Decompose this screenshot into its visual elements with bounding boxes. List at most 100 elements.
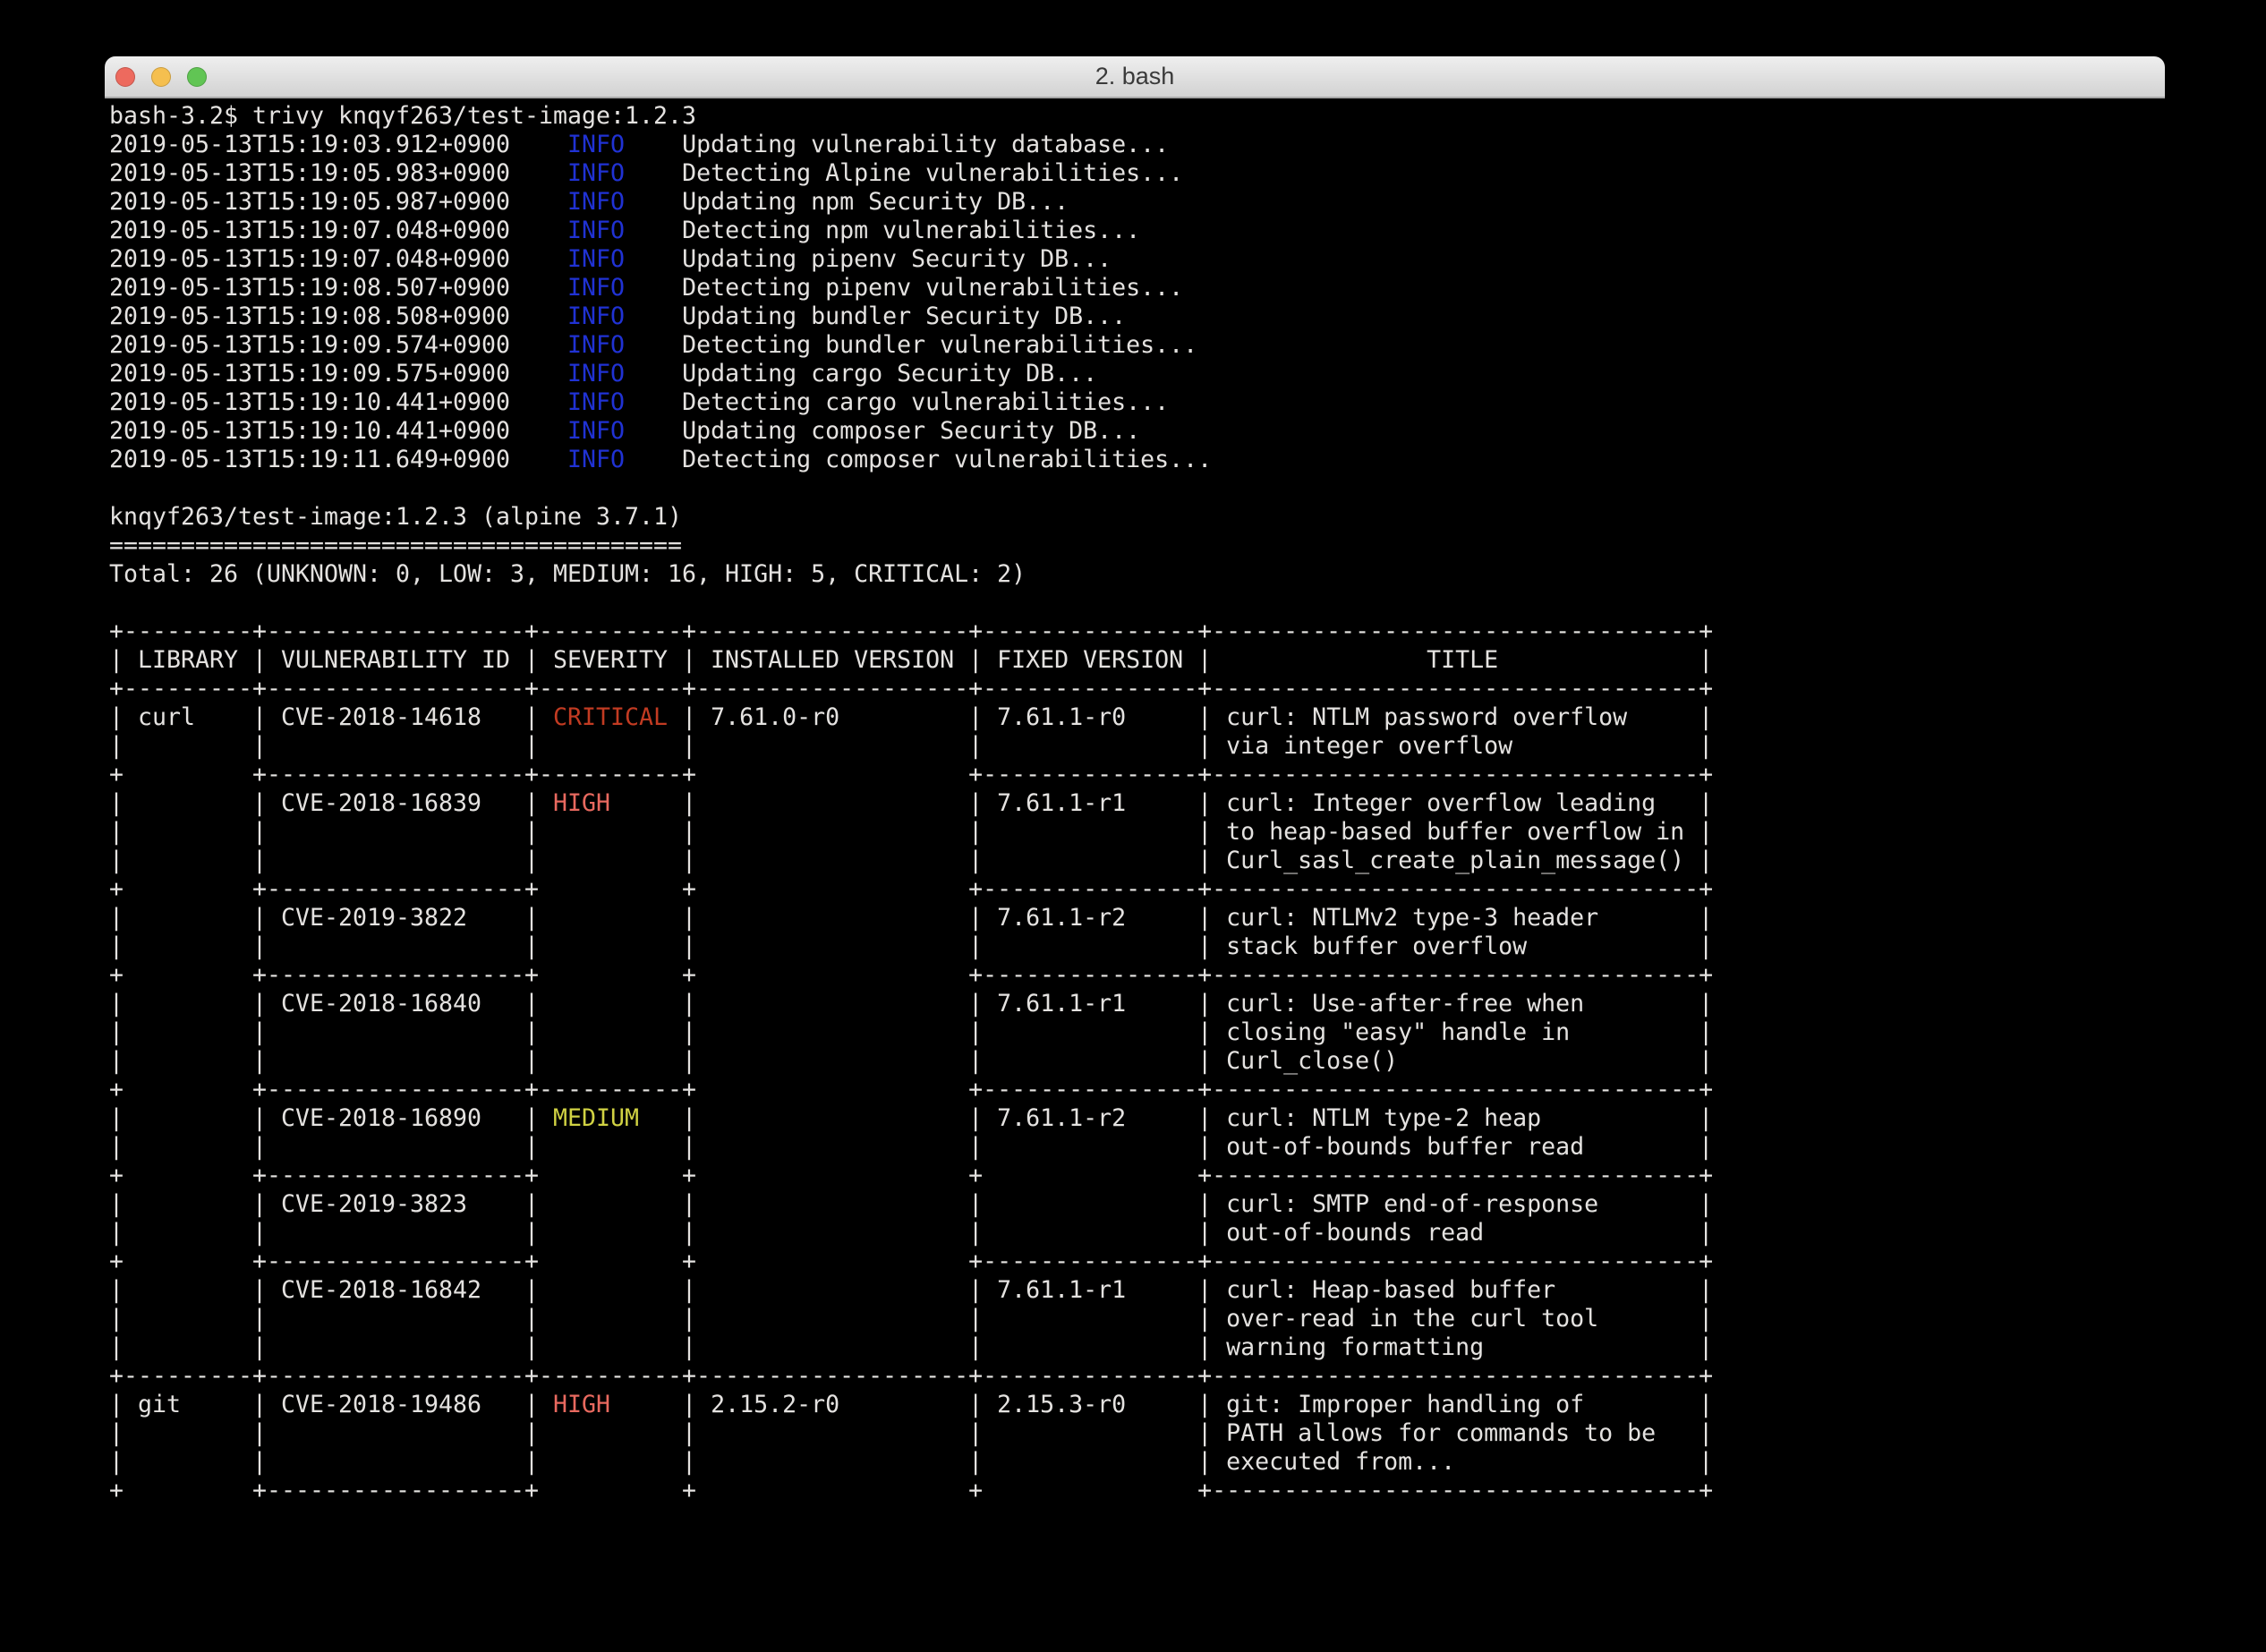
text-run: | | | | | | out-of-bounds read | bbox=[109, 1219, 1713, 1247]
text-run: + +------------------+ + +--------------… bbox=[109, 1248, 1713, 1275]
log-level-info: INFO bbox=[567, 245, 625, 273]
terminal-line: + +------------------+ + +--------------… bbox=[109, 875, 2165, 904]
terminal-line: + +------------------+----------+ +-----… bbox=[109, 1076, 2165, 1104]
terminal-line: + +------------------+ + + +------------… bbox=[109, 1162, 2165, 1190]
terminal-line: +---------+------------------+----------… bbox=[109, 1362, 2165, 1391]
text-run: Updating pipenv Security DB... bbox=[625, 245, 1112, 273]
text-run: Total: 26 (UNKNOWN: 0, LOW: 3, MEDIUM: 1… bbox=[109, 560, 1026, 588]
terminal-line: | | | | | | out-of-bounds read | bbox=[109, 1219, 2165, 1248]
terminal-line: + +------------------+ + +--------------… bbox=[109, 961, 2165, 990]
window-title: 2. bash bbox=[105, 63, 2165, 90]
text-run: | | CVE-2018-16839 | bbox=[109, 789, 553, 817]
terminal-line: | | CVE-2019-3822 | | | 7.61.1-r2 | curl… bbox=[109, 904, 2165, 932]
terminal-output[interactable]: bash-3.2$ trivy knqyf263/test-image:1.2.… bbox=[105, 98, 2165, 1639]
text-run: | LIBRARY | VULNERABILITY ID | SEVERITY … bbox=[109, 646, 1713, 674]
text-run: 2019-05-13T15:19:05.987+0900 bbox=[109, 188, 567, 216]
terminal-line: 2019-05-13T15:19:11.649+0900 INFO Detect… bbox=[109, 446, 2165, 474]
terminal-line: + +------------------+ + +--------------… bbox=[109, 1248, 2165, 1276]
zoom-button[interactable] bbox=[187, 67, 207, 87]
terminal-line: | | CVE-2018-16839 | HIGH | | 7.61.1-r1 … bbox=[109, 789, 2165, 818]
minimize-button[interactable] bbox=[151, 67, 171, 87]
text-run: Updating composer Security DB... bbox=[625, 417, 1140, 445]
text-run: knqyf263/test-image:1.2.3 (alpine 3.7.1) bbox=[109, 503, 682, 531]
traffic-lights bbox=[115, 56, 207, 97]
text-run: | 7.61.0-r0 | 7.61.1-r0 | curl: NTLM pas… bbox=[668, 703, 1713, 731]
terminal-line: 2019-05-13T15:19:09.574+0900 INFO Detect… bbox=[109, 331, 2165, 360]
text-run: ======================================== bbox=[109, 532, 682, 559]
text-run: | | | | | | to heap-based buffer overflo… bbox=[109, 818, 1713, 846]
text-run: 2019-05-13T15:19:09.574+0900 bbox=[109, 331, 567, 359]
terminal-line: | curl | CVE-2018-14618 | CRITICAL | 7.6… bbox=[109, 703, 2165, 732]
text-run: | | | | | | Curl_close() | bbox=[109, 1047, 1713, 1075]
text-run: | | CVE-2018-16890 | bbox=[109, 1104, 553, 1132]
text-run: | | | | | | PATH allows for commands to … bbox=[109, 1419, 1713, 1447]
terminal-line: 2019-05-13T15:19:09.575+0900 INFO Updati… bbox=[109, 360, 2165, 388]
log-level-info: INFO bbox=[567, 188, 625, 216]
text-run: | curl | CVE-2018-14618 | bbox=[109, 703, 553, 731]
text-run: | 2.15.2-r0 | 2.15.3-r0 | git: Improper … bbox=[610, 1391, 1713, 1418]
terminal-line: Total: 26 (UNKNOWN: 0, LOW: 3, MEDIUM: 1… bbox=[109, 560, 2165, 589]
severity-medium: MEDIUM bbox=[553, 1104, 639, 1132]
text-run: 2019-05-13T15:19:08.507+0900 bbox=[109, 274, 567, 302]
desktop: 2. bash bash-3.2$ trivy knqyf263/test-im… bbox=[0, 0, 2266, 1652]
terminal-line: | | CVE-2018-16890 | MEDIUM | | 7.61.1-r… bbox=[109, 1104, 2165, 1133]
text-run: | | | | | | closing "easy" handle in | bbox=[109, 1018, 1713, 1046]
log-level-info: INFO bbox=[567, 302, 625, 330]
text-run: | | | | | | warning formatting | bbox=[109, 1333, 1713, 1361]
text-run: Detecting pipenv vulnerabilities... bbox=[625, 274, 1183, 302]
log-level-info: INFO bbox=[567, 159, 625, 187]
terminal-line: 2019-05-13T15:19:10.441+0900 INFO Detect… bbox=[109, 388, 2165, 417]
text-run: + +------------------+ + + +------------… bbox=[109, 1477, 1713, 1504]
terminal-line: | | | | | | out-of-bounds buffer read | bbox=[109, 1133, 2165, 1162]
log-level-info: INFO bbox=[567, 417, 625, 445]
terminal-line: | | | | | | over-read in the curl tool | bbox=[109, 1305, 2165, 1333]
terminal-line: 2019-05-13T15:19:08.508+0900 INFO Updati… bbox=[109, 302, 2165, 331]
text-run: 2019-05-13T15:19:05.983+0900 bbox=[109, 159, 567, 187]
text-run: + +------------------+ + +--------------… bbox=[109, 961, 1713, 989]
severity-critical: CRITICAL bbox=[553, 703, 668, 731]
terminal-line: | | | | | | via integer overflow | bbox=[109, 732, 2165, 761]
text-run: | | 7.61.1-r1 | curl: Integer overflow l… bbox=[610, 789, 1713, 817]
terminal-line: | | | | | | to heap-based buffer overflo… bbox=[109, 818, 2165, 847]
terminal-line: | | CVE-2019-3823 | | | | curl: SMTP end… bbox=[109, 1190, 2165, 1219]
text-run: | | | | | | via integer overflow | bbox=[109, 732, 1713, 760]
text-run: 2019-05-13T15:19:11.649+0900 bbox=[109, 446, 567, 473]
terminal-window: 2. bash bash-3.2$ trivy knqyf263/test-im… bbox=[105, 56, 2165, 1639]
text-run: 2019-05-13T15:19:07.048+0900 bbox=[109, 245, 567, 273]
text-run: Detecting composer vulnerabilities... bbox=[625, 446, 1212, 473]
text-run: | | | | | | over-read in the curl tool | bbox=[109, 1305, 1713, 1333]
terminal-line: | | | | | | closing "easy" handle in | bbox=[109, 1018, 2165, 1047]
text-run: Detecting Alpine vulnerabilities... bbox=[625, 159, 1183, 187]
text-run: 2019-05-13T15:19:08.508+0900 bbox=[109, 302, 567, 330]
terminal-line: 2019-05-13T15:19:03.912+0900 INFO Updati… bbox=[109, 131, 2165, 159]
terminal-line: 2019-05-13T15:19:10.441+0900 INFO Updati… bbox=[109, 417, 2165, 446]
text-run: 2019-05-13T15:19:10.441+0900 bbox=[109, 388, 567, 416]
terminal-line: | | | | | | Curl_close() | bbox=[109, 1047, 2165, 1076]
text-run: + +------------------+----------+ +-----… bbox=[109, 761, 1713, 788]
terminal-line: ======================================== bbox=[109, 532, 2165, 560]
severity-high: HIGH bbox=[553, 789, 610, 817]
log-level-info: INFO bbox=[567, 131, 625, 158]
terminal-line: | | | | | | PATH allows for commands to … bbox=[109, 1419, 2165, 1448]
text-run: | git | CVE-2018-19486 | bbox=[109, 1391, 553, 1418]
text-run: 2019-05-13T15:19:07.048+0900 bbox=[109, 217, 567, 244]
terminal-line: | | CVE-2018-16842 | | | 7.61.1-r1 | cur… bbox=[109, 1276, 2165, 1305]
text-run: Updating vulnerability database... bbox=[625, 131, 1169, 158]
terminal-line: | git | CVE-2018-19486 | HIGH | 2.15.2-r… bbox=[109, 1391, 2165, 1419]
terminal-line: | | | | | | warning formatting | bbox=[109, 1333, 2165, 1362]
terminal-line: 2019-05-13T15:19:05.983+0900 INFO Detect… bbox=[109, 159, 2165, 188]
text-run: + +------------------+ + +--------------… bbox=[109, 875, 1713, 903]
text-run: | | | | | | executed from... | bbox=[109, 1448, 1713, 1476]
text-run: +---------+------------------+----------… bbox=[109, 1362, 1713, 1390]
text-run: bash-3.2$ trivy knqyf263/test-image:1.2.… bbox=[109, 102, 696, 130]
title-bar[interactable]: 2. bash bbox=[105, 56, 2165, 98]
text-run: Detecting bundler vulnerabilities... bbox=[625, 331, 1197, 359]
log-level-info: INFO bbox=[567, 331, 625, 359]
terminal-line: +---------+------------------+----------… bbox=[109, 675, 2165, 703]
text-run: 2019-05-13T15:19:09.575+0900 bbox=[109, 360, 567, 387]
close-button[interactable] bbox=[115, 67, 135, 87]
terminal-line: + +------------------+ + + +------------… bbox=[109, 1477, 2165, 1505]
text-run: + +------------------+----------+ +-----… bbox=[109, 1076, 1713, 1103]
terminal-line: | | CVE-2018-16840 | | | 7.61.1-r1 | cur… bbox=[109, 990, 2165, 1018]
text-run: | | 7.61.1-r2 | curl: NTLM type-2 heap | bbox=[639, 1104, 1713, 1132]
